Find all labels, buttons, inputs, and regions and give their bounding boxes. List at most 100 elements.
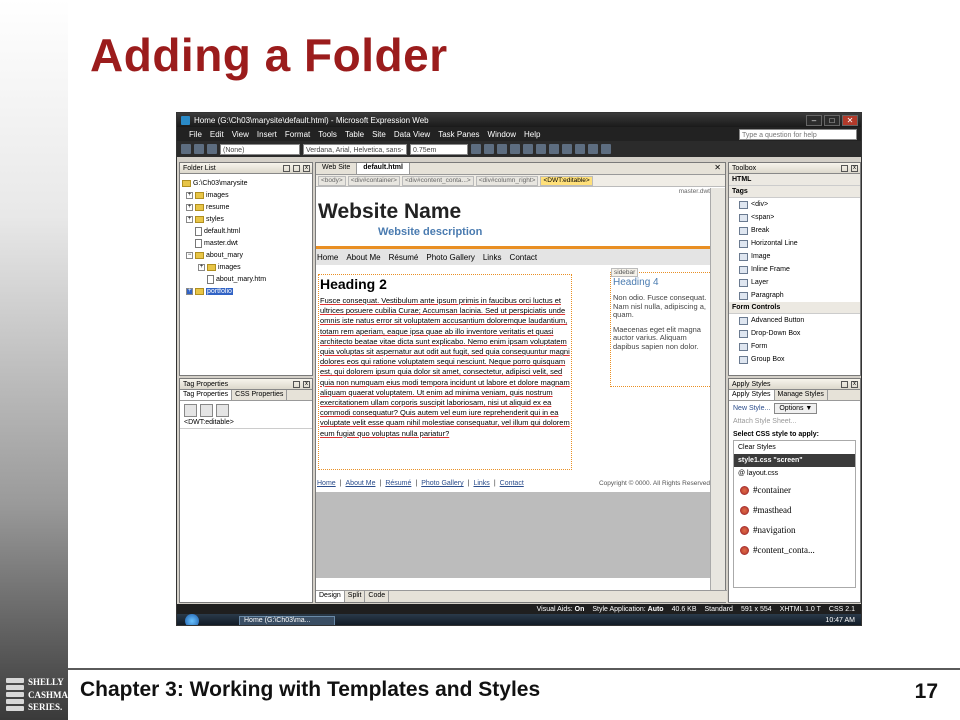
close-button[interactable]: ✕ (842, 114, 858, 126)
toolbox-item-paragraph[interactable]: Paragraph (729, 289, 860, 302)
tree-item-about-mary-htm[interactable]: about_mary.htm (182, 273, 310, 285)
tree-item-master-dwt[interactable]: master.dwt (182, 237, 310, 249)
toolbox-item-break[interactable]: Break (729, 224, 860, 237)
menu-task-panes[interactable]: Task Panes (434, 130, 483, 139)
toolbox-item-drop-down-box[interactable]: Drop-Down Box (729, 327, 860, 340)
highlight-icon[interactable] (588, 144, 598, 154)
bold-icon[interactable] (484, 144, 494, 154)
style-select[interactable]: (None) (220, 143, 300, 155)
sidebar-region[interactable]: Heading 4 Non odio. Fusce consequat. Nam… (610, 272, 712, 387)
footer-link-links[interactable]: Links (473, 480, 489, 487)
design-canvas[interactable]: master.dwt Website Name Website descript… (316, 188, 712, 578)
footer-link-resume[interactable]: Résumé (385, 480, 411, 487)
panel-maximize-icon[interactable] (841, 165, 848, 172)
size-select[interactable]: 0.75em (410, 143, 468, 155)
panel-close-icon[interactable]: x (303, 381, 310, 388)
toolbox-item-horizontal-line[interactable]: Horizontal Line (729, 237, 860, 250)
tree-item-images[interactable]: + images (182, 189, 310, 201)
toolbox-group-form-controls[interactable]: Form Controls (729, 302, 860, 314)
tree-item-portfolio[interactable]: + portfolio (182, 285, 310, 297)
toolbox-item-div[interactable]: <div> (729, 198, 860, 211)
sort-alpha-icon[interactable] (200, 403, 213, 417)
attach-style-sheet-button[interactable]: Attach Style Sheet... (733, 418, 796, 425)
show-set-properties-icon[interactable] (216, 403, 229, 417)
tab-apply-styles[interactable]: Apply Styles (729, 390, 775, 400)
footer-link-contact[interactable]: Contact (500, 480, 524, 487)
main-content-region[interactable]: Heading 2 Fusce consequat. Vestibulum an… (318, 274, 572, 470)
save-icon[interactable] (207, 144, 217, 154)
nav-resume[interactable]: Résumé (389, 253, 419, 262)
toolbox-item-inline-frame[interactable]: Inline Frame (729, 263, 860, 276)
new-style-button[interactable]: New Style... (733, 405, 770, 412)
tree-item-root[interactable]: G:\Ch03\marysite (182, 177, 310, 189)
panel-close-icon[interactable]: x (851, 165, 858, 172)
nav-photo-gallery[interactable]: Photo Gallery (426, 253, 474, 262)
tab-code-view[interactable]: Code (365, 591, 390, 602)
tree-item-about-mary[interactable]: − about_mary (182, 249, 310, 261)
toolbox-group-tags[interactable]: Tags (729, 186, 860, 198)
menu-edit[interactable]: Edit (206, 130, 228, 139)
visual-aids-status[interactable]: Visual Aids: On (537, 606, 585, 613)
open-icon[interactable] (194, 144, 204, 154)
tree-item-resume[interactable]: + resume (182, 201, 310, 213)
toolbox-item-advanced-button[interactable]: Advanced Button (729, 314, 860, 327)
new-page-icon[interactable] (293, 165, 300, 172)
toolbox-item-span[interactable]: <span> (729, 211, 860, 224)
selector-content-container[interactable]: #content_conta... (734, 540, 855, 560)
selector-container[interactable]: #container (734, 480, 855, 500)
style-sheet-header[interactable]: style1.css "screen" (734, 454, 855, 467)
nav-contact[interactable]: Contact (510, 253, 538, 262)
collapse-icon[interactable]: − (186, 251, 193, 259)
footer-link-about-me[interactable]: About Me (346, 480, 376, 487)
tab-default-html[interactable]: default.html (357, 163, 410, 174)
tree-item-about-mary-images[interactable]: + images (182, 261, 310, 273)
menu-table[interactable]: Table (341, 130, 368, 139)
footer-link-home[interactable]: Home (317, 480, 336, 487)
menu-window[interactable]: Window (484, 130, 520, 139)
expand-icon[interactable]: + (186, 215, 193, 223)
undo-icon[interactable] (471, 144, 481, 154)
menu-help[interactable]: Help (520, 130, 544, 139)
align-right-icon[interactable] (549, 144, 559, 154)
tab-tag-properties[interactable]: Tag Properties (180, 390, 233, 400)
font-color-icon[interactable] (601, 144, 611, 154)
new-folder-icon[interactable] (283, 165, 290, 172)
font-select[interactable]: Verdana, Arial, Helvetica, sans- (303, 143, 407, 155)
new-page-icon[interactable] (181, 144, 191, 154)
minimize-button[interactable]: – (806, 114, 822, 126)
breadcrumb-dwt-editable[interactable]: <DWT:editable> (540, 175, 593, 186)
vertical-scrollbar[interactable] (710, 188, 725, 592)
panel-maximize-icon[interactable] (293, 381, 300, 388)
panel-close-icon[interactable]: x (851, 381, 858, 388)
page-size-status[interactable]: 591 x 554 (741, 606, 772, 613)
nav-home[interactable]: Home (317, 253, 338, 262)
tree-item-styles[interactable]: + styles (182, 213, 310, 225)
tab-manage-styles[interactable]: Manage Styles (775, 390, 828, 400)
menu-tools[interactable]: Tools (314, 130, 341, 139)
menu-insert[interactable]: Insert (253, 130, 281, 139)
help-search-input[interactable]: Type a question for help (739, 128, 857, 140)
expand-icon[interactable]: + (186, 203, 193, 211)
selector-masthead[interactable]: #masthead (734, 500, 855, 520)
breadcrumb-column-right[interactable]: <div#column_right> (475, 175, 539, 186)
align-center-icon[interactable] (536, 144, 546, 154)
toolbox-item-form[interactable]: Form (729, 340, 860, 353)
footer-link-photo-gallery[interactable]: Photo Gallery (421, 480, 463, 487)
menu-file[interactable]: File (185, 130, 206, 139)
taskbar-app-button[interactable]: Home (G:\Ch03\ma... (239, 615, 335, 625)
menu-view[interactable]: View (228, 130, 253, 139)
tree-item-default-html[interactable]: default.html (182, 225, 310, 237)
nav-links[interactable]: Links (483, 253, 502, 262)
italic-icon[interactable] (497, 144, 507, 154)
align-left-icon[interactable] (523, 144, 533, 154)
menu-site[interactable]: Site (368, 130, 390, 139)
panel-close-icon[interactable]: x (303, 165, 310, 172)
border-icon[interactable] (575, 144, 585, 154)
maximize-button[interactable]: □ (824, 114, 840, 126)
css-schema-status[interactable]: CSS 2.1 (829, 606, 855, 613)
tab-split-view[interactable]: Split (345, 591, 366, 602)
breadcrumb-body[interactable]: <body> (318, 175, 346, 186)
toolbox-item-group-box[interactable]: Group Box (729, 353, 860, 366)
toolbox-group-html[interactable]: HTML (729, 174, 860, 186)
expand-icon[interactable]: + (198, 263, 205, 271)
